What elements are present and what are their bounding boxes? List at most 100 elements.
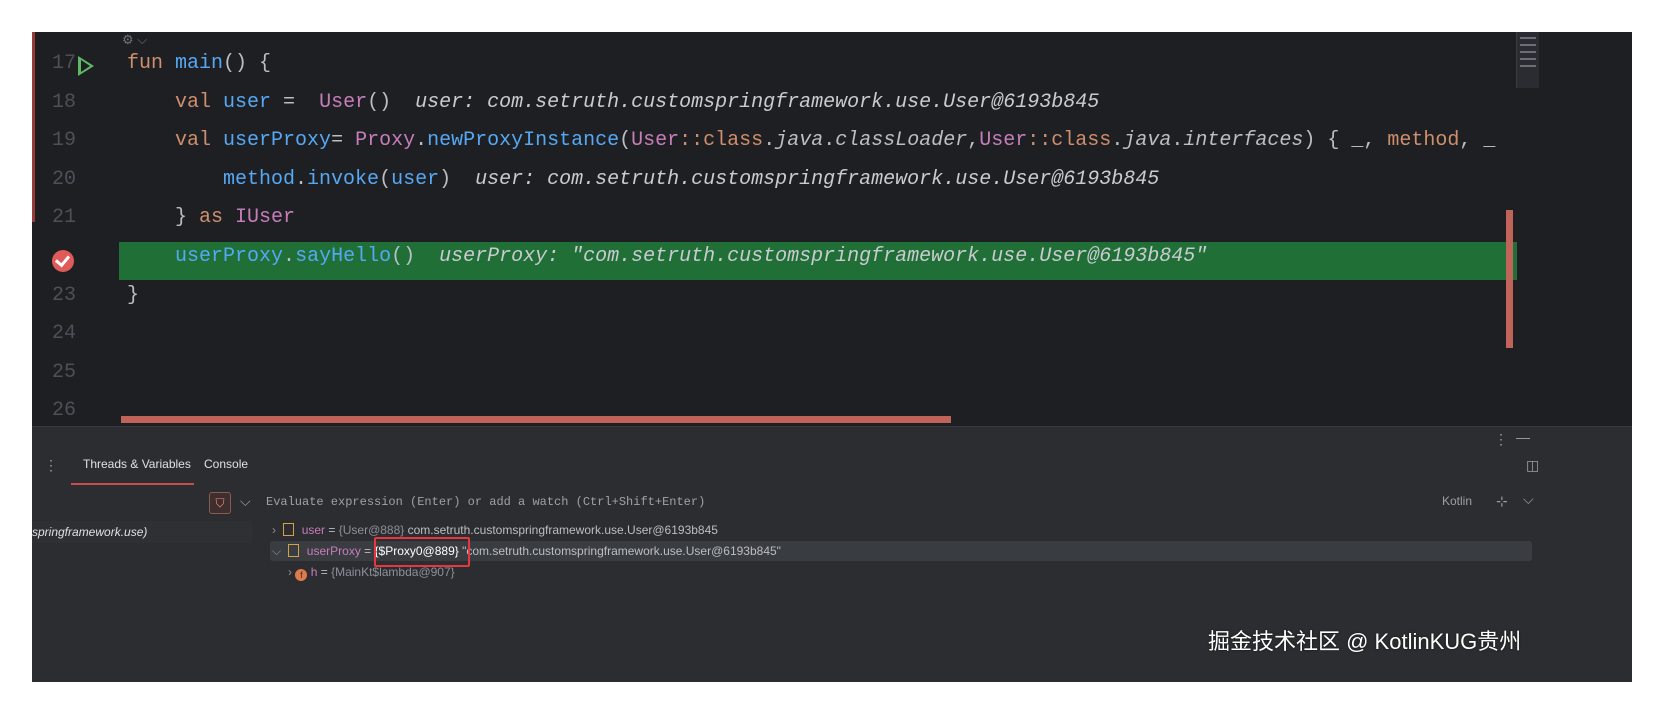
code-line: val userProxy= Proxy.newProxyInstance(Us… xyxy=(127,129,1495,152)
code-token: ( xyxy=(619,129,632,153)
code-token: ::class xyxy=(679,129,764,153)
code-token: main xyxy=(175,52,224,75)
code-token: () xyxy=(391,245,416,268)
ide-window: ⚙ ⌵ 17 fun main() {18 val user = User() us… xyxy=(32,32,1632,682)
code-token: . xyxy=(823,129,836,153)
line-number: 26 xyxy=(51,399,76,423)
code-token: interfaces xyxy=(1183,129,1304,153)
code-token: user xyxy=(391,167,440,191)
vertical-scrollbar[interactable] xyxy=(1506,210,1513,348)
code-token: ::class xyxy=(1027,129,1112,153)
line-number: 23 xyxy=(51,283,76,307)
active-tab-indicator xyxy=(71,483,194,485)
code-line: } xyxy=(127,284,139,307)
code-token: sayHello xyxy=(295,245,392,268)
add-watch-icon[interactable]: ⊹ xyxy=(1496,493,1508,510)
code-token: IUser xyxy=(235,206,296,230)
code-line: method.invoke(user) user: com.setruth.cus… xyxy=(127,168,1159,191)
code-line: val user = User() user: com.setruth.custo… xyxy=(127,91,1099,114)
field-icon: f xyxy=(295,569,308,581)
code-token: User xyxy=(979,129,1028,153)
tab-console[interactable]: Console xyxy=(204,457,248,471)
code-token: fun xyxy=(127,52,176,75)
code-token: . xyxy=(295,167,308,191)
line-number: 17 xyxy=(51,52,76,75)
code-token: . xyxy=(283,245,296,268)
code-token: ) xyxy=(439,167,452,191)
minimize-icon[interactable]: — xyxy=(1516,429,1530,445)
highlight-annotation-box xyxy=(374,537,470,567)
code-token: method xyxy=(223,167,296,191)
chevron-right-icon[interactable]: › xyxy=(272,523,276,537)
inline-debug-value: userProxy: "com.setruth.customspringfram… xyxy=(439,245,1208,268)
variable-ref: {MainKt$lambda@907} xyxy=(331,565,455,579)
stack-frame-item[interactable]: springframework.use) xyxy=(32,521,252,543)
variable-row-h[interactable]: › f h = {MainKt$lambda@907} xyxy=(288,565,455,581)
code-token: . xyxy=(1171,129,1184,153)
language-selector[interactable]: Kotlin xyxy=(1442,494,1472,508)
code-token: ( xyxy=(379,167,392,191)
code-line: } as IUser xyxy=(127,206,295,229)
code-token: val xyxy=(175,90,224,114)
inlay-top-hint: ⚙ ⌵ xyxy=(122,32,148,47)
line-number: 21 xyxy=(51,206,76,230)
code-editor[interactable]: ⚙ ⌵ 17 fun main() {18 val user = User() us… xyxy=(32,32,1632,452)
variable-value: com.setruth.customspringframework.use.Us… xyxy=(404,523,718,537)
code-token: classLoader xyxy=(835,129,968,153)
inline-debug-value: user: com.setruth.customspringframework.… xyxy=(475,167,1160,191)
code-token: () { xyxy=(223,52,272,75)
editor-minimap[interactable] xyxy=(1516,32,1539,88)
equals-sign: = xyxy=(325,523,339,537)
variable-row-userproxy[interactable]: ⌵ userProxy = {$Proxy0@889} "com.setruth… xyxy=(272,544,781,559)
code-token: } xyxy=(127,206,200,230)
chevron-right-icon[interactable]: › xyxy=(288,565,292,579)
variable-ref: {User@888} xyxy=(338,523,405,537)
code-token: method xyxy=(1387,129,1460,153)
variable-row-user[interactable]: › user = {User@888} com.setruth.customsp… xyxy=(272,523,718,537)
equals-sign: = xyxy=(317,565,332,579)
code-token: java xyxy=(1123,129,1172,153)
code-token: userProxy xyxy=(175,245,284,268)
code-token: User xyxy=(631,129,680,153)
tab-threads-variables[interactable]: Threads & Variables xyxy=(83,457,191,471)
code-token: java xyxy=(775,129,824,153)
line-number: 20 xyxy=(51,167,76,191)
code-token: , _ xyxy=(1459,129,1496,153)
code-line: fun main() { xyxy=(127,52,271,75)
filter-icon[interactable]: ⛉ xyxy=(209,492,231,514)
variable-name: user xyxy=(301,523,326,537)
panel-menu-icon[interactable]: ⋮ xyxy=(44,457,58,474)
code-token: User xyxy=(307,90,368,114)
line-number: 19 xyxy=(51,129,76,153)
code-token: . xyxy=(415,129,428,153)
line-number: 25 xyxy=(51,360,76,384)
more-options-icon[interactable]: ⋮ xyxy=(1494,431,1508,448)
horizontal-scrollbar[interactable] xyxy=(121,416,951,423)
stack-frame-label: springframework.use) xyxy=(32,525,148,539)
code-token: () xyxy=(367,90,392,114)
chevron-down-icon[interactable]: ⌵ xyxy=(240,493,251,510)
equals-sign: = xyxy=(360,544,375,558)
breakpoint-icon[interactable] xyxy=(52,250,74,272)
code-token: , xyxy=(967,129,980,153)
code-token: = xyxy=(331,129,356,153)
evaluate-expression-input[interactable]: Evaluate expression (Enter) or add a wat… xyxy=(266,495,705,509)
expand-icon[interactable]: ⌵ xyxy=(1523,491,1534,508)
code-token: . xyxy=(763,129,776,153)
layout-icon[interactable]: ◫ xyxy=(1526,457,1539,474)
run-gutter-icon[interactable] xyxy=(78,56,94,76)
code-token: Proxy xyxy=(355,129,416,153)
code-token: val xyxy=(175,129,224,153)
chevron-down-icon[interactable]: ⌵ xyxy=(272,544,281,558)
code-token: ) { _, xyxy=(1303,129,1388,153)
code-token: newProxyInstance xyxy=(427,129,620,153)
watermark-text: 掘金技术社区 @ KotlinKUG贵州 xyxy=(1208,629,1522,654)
code-token: = xyxy=(271,90,308,114)
code-token: userProxy xyxy=(223,129,332,153)
code-token: user xyxy=(223,90,272,114)
code-token: invoke xyxy=(307,167,380,191)
line-number: 24 xyxy=(51,322,76,346)
